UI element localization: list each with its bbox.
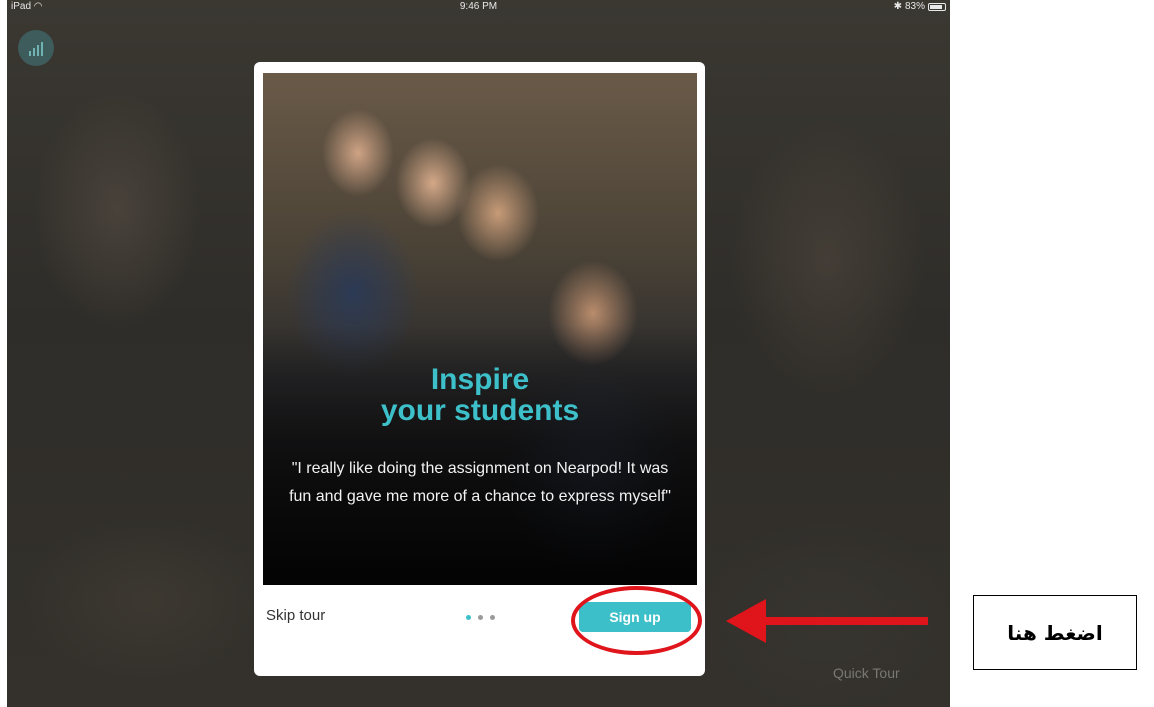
highlight-circle: [571, 586, 702, 655]
hero-title-line1: Inspire: [430, 363, 530, 396]
page-dot-active[interactable]: [466, 615, 471, 620]
students-photo: Inspire your students "I really like doi…: [263, 73, 697, 585]
page-dot[interactable]: [490, 615, 495, 620]
arrow-shaft: [760, 617, 928, 625]
battery-percent: 83%: [904, 1, 925, 12]
student-quote: "I really like doing the assignment on N…: [289, 460, 671, 505]
bluetooth-icon: ✱: [893, 1, 902, 12]
status-bar: iPad ◠ 9:46 PM ✱ 83%: [7, 0, 950, 14]
page-dot[interactable]: [478, 615, 483, 620]
status-right-group: ✱ 83%: [894, 0, 946, 14]
tour-card: Inspire your students "I really like doi…: [254, 62, 705, 676]
signal-bars-icon[interactable]: [18, 30, 54, 66]
quick-tour-label: Quick Tour: [833, 665, 900, 681]
page-indicator: [466, 615, 495, 620]
callout-text: اضغط هنا: [1007, 620, 1103, 645]
hero-title: Inspire your students: [263, 364, 697, 426]
battery-icon: [928, 3, 946, 11]
signal-bar: [37, 45, 39, 56]
signal-bar: [33, 48, 35, 56]
skip-tour-link[interactable]: Skip tour: [266, 607, 325, 624]
signal-bar: [29, 51, 31, 56]
status-time: 9:46 PM: [459, 1, 498, 12]
signal-bar: [41, 42, 43, 56]
callout-box: اضغط هنا: [973, 595, 1137, 670]
hero-title-line2: your students: [380, 394, 580, 427]
battery-level: [930, 5, 942, 9]
